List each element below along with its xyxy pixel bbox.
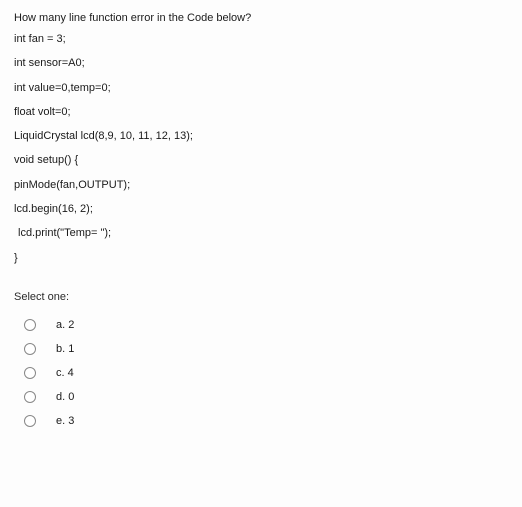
radio-icon[interactable] xyxy=(24,391,36,403)
code-line: } xyxy=(14,251,508,265)
option-b[interactable]: b. 1 xyxy=(14,337,508,361)
radio-icon[interactable] xyxy=(24,343,36,355)
code-line: int fan = 3; xyxy=(14,32,508,46)
code-line: lcd.print("Temp= "); xyxy=(14,226,508,240)
code-line: lcd.begin(16, 2); xyxy=(14,202,508,216)
options-group: a. 2 b. 1 c. 4 d. 0 e. 3 xyxy=(14,313,508,433)
code-line: int sensor=A0; xyxy=(14,56,508,70)
select-one-label: Select one: xyxy=(14,291,508,303)
option-label: a. 2 xyxy=(56,319,74,331)
code-line: float volt=0; xyxy=(14,105,508,119)
code-line: pinMode(fan,OUTPUT); xyxy=(14,178,508,192)
option-e[interactable]: e. 3 xyxy=(14,409,508,433)
option-c[interactable]: c. 4 xyxy=(14,361,508,385)
code-line: LiquidCrystal lcd(8,9, 10, 11, 12, 13); xyxy=(14,129,508,143)
radio-icon[interactable] xyxy=(24,367,36,379)
option-label: b. 1 xyxy=(56,343,74,355)
radio-icon[interactable] xyxy=(24,415,36,427)
option-label: d. 0 xyxy=(56,391,74,403)
question-text: How many line function error in the Code… xyxy=(14,12,508,24)
option-label: e. 3 xyxy=(56,415,74,427)
option-label: c. 4 xyxy=(56,367,74,379)
code-line: void setup() { xyxy=(14,153,508,167)
radio-icon[interactable] xyxy=(24,319,36,331)
option-a[interactable]: a. 2 xyxy=(14,313,508,337)
option-d[interactable]: d. 0 xyxy=(14,385,508,409)
code-line: int value=0,temp=0; xyxy=(14,81,508,95)
